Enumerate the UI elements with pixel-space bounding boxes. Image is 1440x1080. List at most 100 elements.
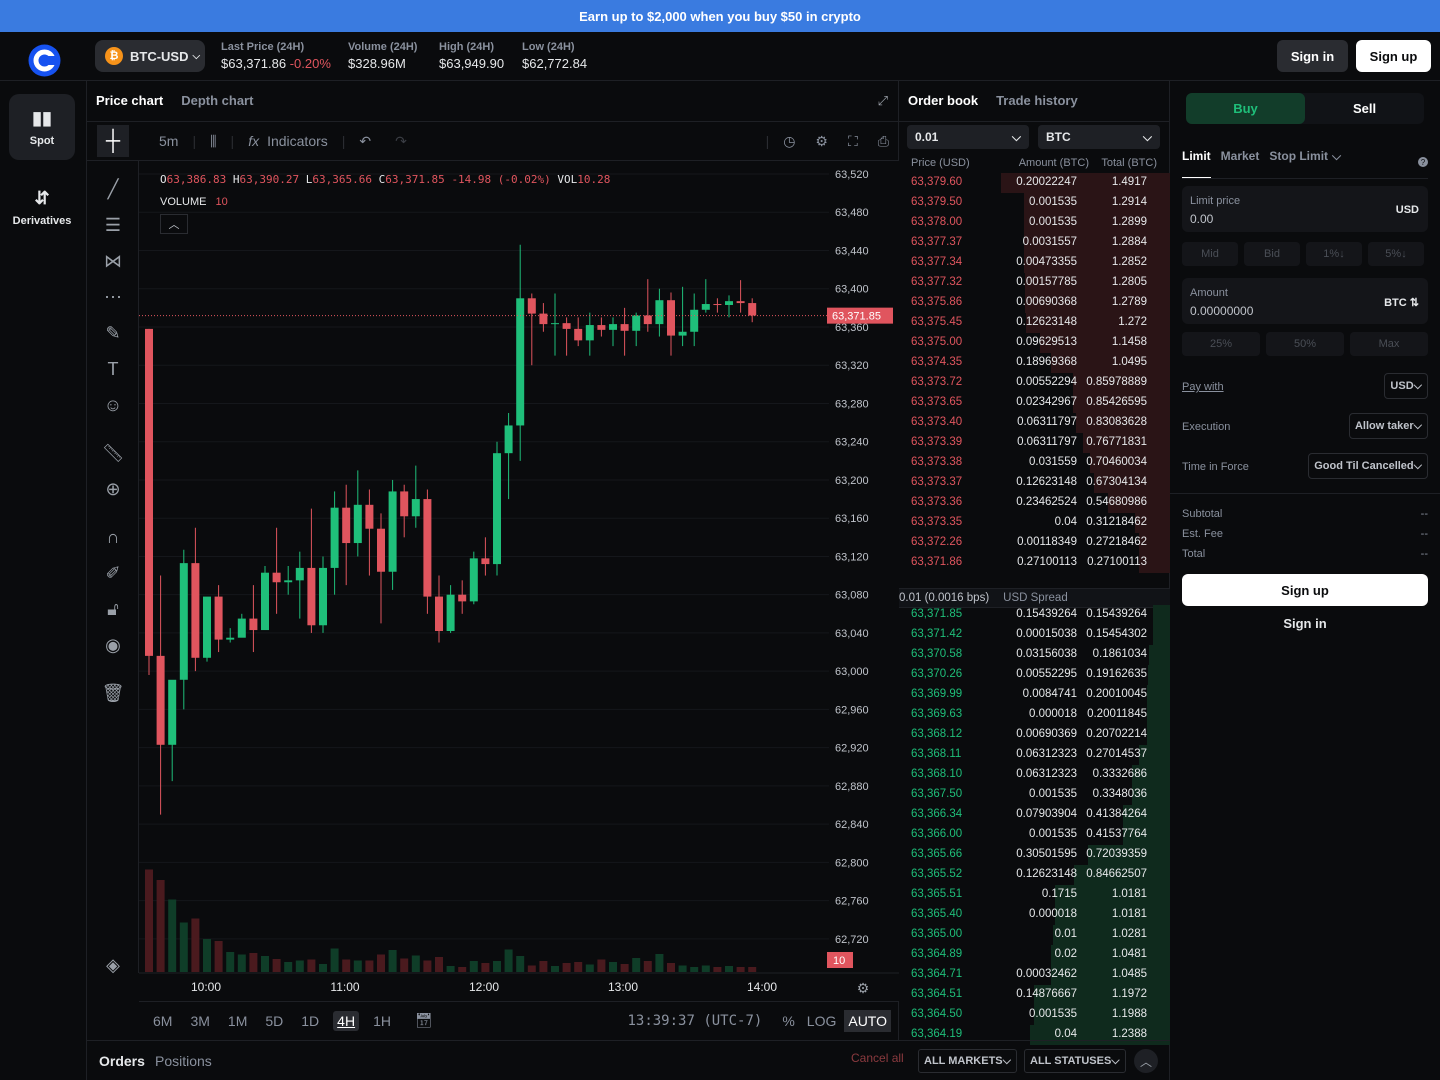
pay-with-select[interactable]: USD ⌵ (1384, 373, 1428, 399)
unit-select[interactable]: BTC ⌵ (1038, 125, 1160, 149)
chip-max[interactable]: Max (1350, 332, 1428, 356)
bid-row[interactable]: 63,365.52 0.12623148 0.84662507 (899, 865, 1170, 885)
tab-depth-chart[interactable]: Depth chart (181, 93, 253, 108)
chip-50pct[interactable]: 50% (1266, 332, 1344, 356)
bid-row[interactable]: 63,368.12 0.00690369 0.20702214 (899, 725, 1170, 745)
pattern-icon[interactable]: ⋈ (97, 245, 129, 277)
ask-row[interactable]: 63,374.35 0.18969368 1.0495 (899, 353, 1170, 373)
trade-signin-link[interactable]: Sign in (1182, 616, 1428, 631)
tab-market[interactable]: Market (1221, 149, 1260, 179)
timeframe-4h[interactable]: 4H (333, 1010, 360, 1031)
bid-row[interactable]: 63,364.89 0.02 1.0481 (899, 945, 1170, 965)
bid-row[interactable]: 63,367.50 0.001535 0.3348036 (899, 785, 1170, 805)
nav-derivatives[interactable]: ⇵ Derivatives (7, 174, 77, 240)
ask-row[interactable]: 63,379.50 0.001535 1.2914 (899, 193, 1170, 213)
ask-row[interactable]: 63,377.34 0.00473355 1.2852 (899, 253, 1170, 273)
chip-5pct[interactable]: 5%↓ (1368, 242, 1424, 266)
amount-input[interactable]: 0.00000000 (1190, 304, 1253, 318)
ask-row[interactable]: 63,373.36 0.23462524 0.54680986 (899, 493, 1170, 513)
ask-row[interactable]: 63,378.00 0.001535 1.2899 (899, 213, 1170, 233)
ask-row[interactable]: 63,372.26 0.00118349 0.27218462 (899, 533, 1170, 553)
brush-icon[interactable]: ✎ (97, 317, 129, 349)
signin-button[interactable]: Sign in (1277, 40, 1348, 72)
limit-price-input[interactable]: 0.00 (1190, 212, 1213, 226)
cancel-all-button[interactable]: Cancel all (851, 1051, 904, 1065)
statuses-filter[interactable]: ALL STATUSES ⌵ (1024, 1049, 1126, 1073)
execution-select[interactable]: Allow taker ⌵ (1348, 413, 1428, 439)
chip-mid[interactable]: Mid (1182, 242, 1238, 266)
nav-spot[interactable]: ▮▮ Spot (9, 94, 75, 160)
percent-toggle[interactable]: % (782, 1013, 794, 1029)
bid-row[interactable]: 63,365.51 0.1715 1.0181 (899, 885, 1170, 905)
collapse-legend-button[interactable]: ︿ (160, 214, 188, 234)
bid-row[interactable]: 63,370.58 0.03156038 0.1861034 (899, 645, 1170, 665)
timeframe-1d[interactable]: 1D (297, 1011, 323, 1031)
lock-icon[interactable]: 🔓︎ (97, 593, 129, 625)
amount-unit-toggle[interactable]: BTC ⇅ (1384, 296, 1419, 309)
bid-row[interactable]: 63,364.51 0.14876667 1.1972 (899, 985, 1170, 1005)
chevron-up-icon[interactable]: ︿ (1134, 1049, 1158, 1073)
bid-row[interactable]: 63,365.66 0.30501595 0.72039359 (899, 845, 1170, 865)
expand-icon[interactable]: ⤢ (878, 93, 888, 109)
trade-signup-button[interactable]: Sign up (1182, 574, 1428, 606)
tab-stop-limit[interactable]: Stop Limit (1269, 149, 1328, 179)
price-chart[interactable]: 63,520 63,480 63,440 63,400 63,360 63,320 63,2… (139, 161, 899, 1001)
ask-row[interactable]: 63,373.38 0.031559 0.70460034 (899, 453, 1170, 473)
ask-row[interactable]: 63,373.35 0.04 0.31218462 (899, 513, 1170, 533)
buy-tab[interactable]: Buy (1186, 93, 1305, 124)
text-icon[interactable]: T (97, 353, 129, 385)
redo-icon[interactable]: ↷ (395, 133, 407, 150)
amount-field[interactable]: Amount 0.00000000 BTC ⇅ (1182, 278, 1428, 324)
bid-row[interactable]: 63,364.71 0.00032462 1.0485 (899, 965, 1170, 985)
aggregation-select[interactable]: 0.01 ⌵ (907, 125, 1029, 149)
tab-orders[interactable]: Orders (99, 1053, 145, 1069)
eye-icon[interactable]: ◉ (97, 629, 129, 661)
promo-banner[interactable]: Earn up to $2,000 when you buy $50 in cr… (0, 0, 1440, 32)
timeframe-6m[interactable]: 6M (149, 1011, 176, 1031)
bid-row[interactable]: 63,364.50 0.001535 1.1988 (899, 1005, 1170, 1025)
chip-25pct[interactable]: 25% (1182, 332, 1260, 356)
limit-price-field[interactable]: Limit price 0.00 USD (1182, 186, 1428, 232)
indicators-button[interactable]: Indicators (267, 133, 328, 149)
ask-row[interactable]: 63,373.37 0.12623148 0.67304134 (899, 473, 1170, 493)
replay-icon[interactable]: ◷ (783, 133, 795, 150)
fib-lines-icon[interactable]: ☰ (97, 209, 129, 241)
ask-row[interactable]: 63,379.60 0.20022247 1.4917 (899, 173, 1170, 193)
tab-positions[interactable]: Positions (155, 1053, 212, 1069)
tab-price-chart[interactable]: Price chart (96, 93, 163, 108)
ask-row[interactable]: 63,373.40 0.06311797 0.83083628 (899, 413, 1170, 433)
bid-row[interactable]: 63,366.00 0.001535 0.41537764 (899, 825, 1170, 845)
emoji-icon[interactable]: ☺ (97, 389, 129, 421)
ask-row[interactable]: 63,371.86 0.27100113 0.27100113 (899, 553, 1170, 573)
coinbase-logo-icon[interactable] (28, 44, 61, 77)
timeframe-5d[interactable]: 5D (261, 1011, 287, 1031)
bid-row[interactable]: 63,368.11 0.06312323 0.27014537 (899, 745, 1170, 765)
prediction-icon[interactable]: ⋯ (97, 281, 129, 313)
ask-row[interactable]: 63,377.32 0.00157785 1.2805 (899, 273, 1170, 293)
ask-row[interactable]: 63,375.00 0.09629513 1.1458 (899, 333, 1170, 353)
signup-button[interactable]: Sign up (1356, 40, 1431, 72)
bid-row[interactable]: 63,365.40 0.000018 1.0181 (899, 905, 1170, 925)
ask-row[interactable]: 63,373.72 0.00552294 0.85978889 (899, 373, 1170, 393)
ruler-icon[interactable]: 📏︎ (97, 437, 129, 469)
bid-row[interactable]: 63,368.10 0.06312323 0.3332686 (899, 765, 1170, 785)
ask-row[interactable]: 63,373.65 0.02342967 0.85426595 (899, 393, 1170, 413)
undo-icon[interactable]: ↶ (359, 133, 371, 150)
bid-row[interactable]: 63,371.85 0.15439264 0.15439264 (899, 605, 1170, 625)
markets-filter[interactable]: ALL MARKETS ⌵ (918, 1049, 1017, 1073)
timeframe-1h[interactable]: 1H (369, 1011, 395, 1031)
camera-icon[interactable]: ⎙ (878, 133, 889, 150)
crosshair-icon[interactable]: ┼ (97, 125, 129, 157)
timeframe-3m[interactable]: 3M (186, 1011, 213, 1031)
tab-trade-history[interactable]: Trade history (996, 93, 1078, 108)
bid-row[interactable]: 63,371.42 0.00015038 0.15454302 (899, 625, 1170, 645)
ask-row[interactable]: 63,375.45 0.12623148 1.272 (899, 313, 1170, 333)
log-toggle[interactable]: LOG (807, 1013, 837, 1029)
bid-row[interactable]: 63,369.63 0.000018 0.20011845 (899, 705, 1170, 725)
lock-drawing-icon[interactable]: ✐ (97, 557, 129, 589)
layers-icon[interactable]: ◈ (97, 953, 129, 977)
trash-icon[interactable]: 🗑︎ (97, 677, 129, 709)
zoom-in-icon[interactable]: ⊕ (97, 473, 129, 505)
magnet-icon[interactable]: ∩ (97, 521, 129, 553)
tif-select[interactable]: Good Til Cancelled ⌵ (1308, 453, 1428, 479)
